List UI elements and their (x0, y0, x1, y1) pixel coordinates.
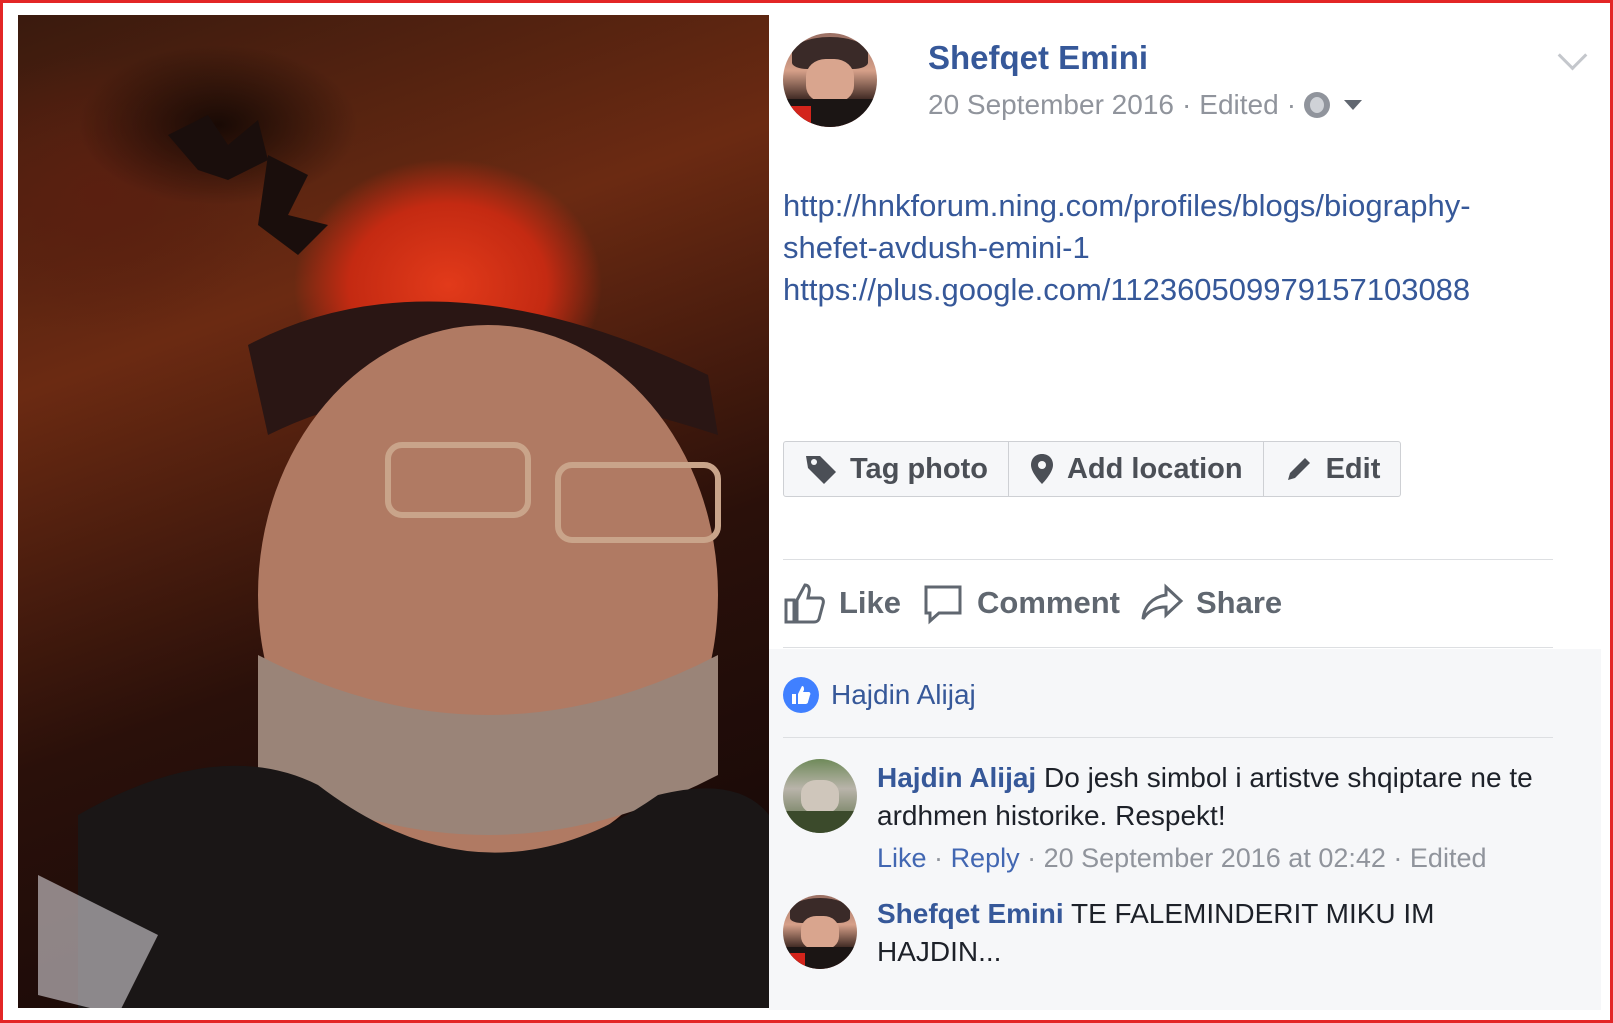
reaction-liker-name[interactable]: Hajdin Alijaj (831, 679, 976, 711)
comment-time[interactable]: 20 September 2016 at 02:42 (1044, 843, 1386, 873)
tag-icon (806, 456, 836, 484)
commenter-avatar[interactable] (783, 895, 857, 969)
share-button[interactable]: Share (1140, 581, 1282, 625)
reactions-row: Hajdin Alijaj (783, 677, 976, 713)
comment-body: Shefqet Emini TE FALEMINDERIT MIKU IM HA… (877, 895, 1557, 971)
photo-toolbar: Tag photo Add location Edit (783, 441, 1402, 497)
comment-edited[interactable]: Edited (1410, 843, 1487, 873)
comment-author[interactable]: Shefqet Emini (877, 898, 1064, 929)
thumbs-up-icon (784, 583, 825, 624)
comment-like-link[interactable]: Like (877, 843, 927, 873)
comment-icon (924, 585, 962, 625)
comment-item: Hajdin Alijaj Do jesh simbol i artistve … (783, 759, 1563, 879)
chevron-down-icon[interactable] (1557, 40, 1588, 71)
photo-illustration (38, 115, 769, 1008)
post-date[interactable]: 20 September 2016 (928, 89, 1174, 121)
tag-photo-button[interactable]: Tag photo (784, 442, 1009, 496)
comment-author[interactable]: Hajdin Alijaj (877, 762, 1036, 793)
post-link-line[interactable]: shefet-avdush-emini-1 (783, 227, 1573, 269)
post-link-line[interactable]: https://plus.google.com/1123605099791571… (783, 269, 1573, 311)
location-pin-icon (1030, 454, 1053, 484)
divider (783, 737, 1553, 738)
caret-down-icon[interactable] (1344, 100, 1363, 110)
post-panel: Shefqet Emini 20 September 2016 · Edited… (769, 15, 1601, 1010)
like-button[interactable]: Like (783, 581, 901, 625)
post-link-line[interactable]: http://hnkforum.ning.com/profiles/blogs/… (783, 185, 1573, 227)
comment-meta: Like · Reply · 20 September 2016 at 02:4… (877, 843, 1487, 873)
commenter-avatar[interactable] (783, 759, 857, 833)
comment-reply-link[interactable]: Reply (951, 843, 1020, 873)
comment-body: Hajdin Alijaj Do jesh simbol i artistve … (877, 759, 1557, 877)
share-icon (1141, 583, 1184, 620)
edit-button[interactable]: Edit (1264, 442, 1401, 496)
comment-button[interactable]: Comment (921, 581, 1120, 625)
like-reaction-icon (783, 677, 819, 713)
post-text: http://hnkforum.ning.com/profiles/blogs/… (783, 185, 1573, 311)
author-avatar[interactable] (783, 33, 877, 127)
post-author-name[interactable]: Shefqet Emini (928, 39, 1148, 77)
screenshot-frame: Shefqet Emini 20 September 2016 · Edited… (0, 0, 1613, 1023)
divider (783, 647, 1553, 648)
post-actions: Like Comment Share (783, 581, 1282, 625)
globe-icon[interactable] (1304, 92, 1331, 118)
divider (783, 559, 1553, 560)
pencil-icon (1287, 458, 1310, 480)
post-photo[interactable] (18, 15, 769, 1008)
post-meta: 20 September 2016 · Edited · (928, 89, 1363, 121)
add-location-button[interactable]: Add location (1009, 442, 1264, 496)
post-edited[interactable]: Edited (1199, 89, 1278, 121)
comment-item: Shefqet Emini TE FALEMINDERIT MIKU IM HA… (783, 895, 1563, 995)
